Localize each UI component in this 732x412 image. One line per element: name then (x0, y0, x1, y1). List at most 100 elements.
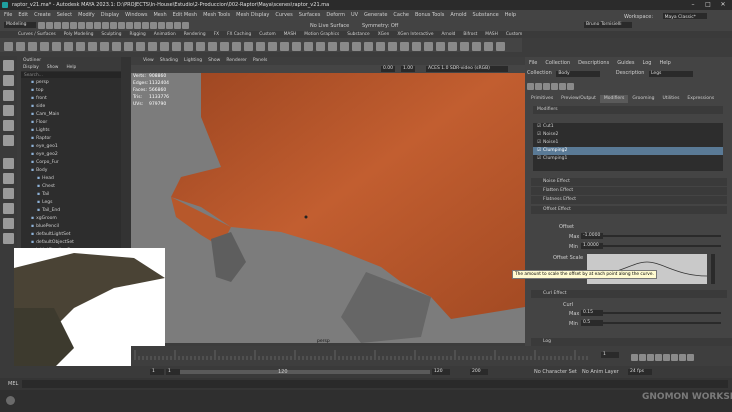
description-dropdown[interactable]: Legs (649, 71, 693, 77)
shelf-tool-icon[interactable] (436, 42, 445, 51)
ipr-render-icon[interactable] (158, 22, 165, 29)
outliner-item[interactable]: ▪ top (21, 87, 121, 95)
menu-item-edit-mesh[interactable]: Edit Mesh (173, 10, 197, 20)
offset-effect-header[interactable]: Offset Effect (531, 206, 727, 214)
guides-icon[interactable] (567, 83, 574, 90)
shelf-tool-icon[interactable] (100, 42, 109, 51)
snap-view-icon[interactable] (126, 22, 133, 29)
lasso-tool-icon[interactable] (3, 75, 14, 86)
step-forward-icon[interactable] (679, 354, 686, 361)
move-tool-icon[interactable] (3, 105, 14, 116)
collapsed-section-header[interactable]: Flatness Effect (531, 196, 727, 204)
outliner-item[interactable]: ▪ Head (21, 175, 121, 183)
menu-item-windows[interactable]: Windows (125, 10, 147, 20)
outliner-item[interactable]: ▪ eye_geo2 (21, 151, 121, 159)
shelf-tool-icon[interactable] (16, 42, 25, 51)
outliner-menu-show[interactable]: Show (47, 65, 59, 70)
menu-item-cache[interactable]: Cache (393, 10, 409, 20)
shelf-tool-icon[interactable] (388, 42, 397, 51)
offset-min-field[interactable]: 1.0000 (581, 243, 603, 249)
end-frame-field[interactable]: 200 (470, 369, 488, 375)
modifier-item[interactable]: ☑ Clumping1 (533, 155, 723, 163)
clear-preview-icon[interactable] (551, 83, 558, 90)
viewport-panel[interactable]: persp View Shading Lighting Show Renderer Pan… (131, 57, 525, 343)
workspace-value[interactable]: Maya Classic* (662, 13, 707, 20)
outliner-item[interactable]: ▪ Tail_End (21, 207, 121, 215)
xgen-tab-utilities[interactable]: Utilities (658, 95, 683, 103)
collapsed-section-header[interactable]: Noise Effect (531, 178, 727, 186)
modifier-checkbox[interactable]: ☑ (537, 156, 541, 161)
outliner-item[interactable]: ▪ Raptor (21, 135, 121, 143)
shelf-tab-mash[interactable]: MASH (284, 31, 297, 38)
curl-min-field[interactable]: 0.5 (581, 320, 603, 326)
maximize-button[interactable]: □ (701, 1, 715, 9)
shelf-tool-icon[interactable] (232, 42, 241, 51)
xgen-tab-modifiers[interactable]: Modifiers (599, 95, 629, 103)
shelf-tool-icon[interactable] (316, 42, 325, 51)
shelf-tool-icon[interactable] (124, 42, 133, 51)
shelf-tab-substance[interactable]: Substance (347, 31, 369, 38)
new-scene-icon[interactable] (38, 22, 45, 29)
play-back-icon[interactable] (655, 354, 662, 361)
shelf-tool-icon[interactable] (424, 42, 433, 51)
menu-item-display[interactable]: Display (101, 10, 119, 20)
snap-curve-icon[interactable] (110, 22, 117, 29)
minimize-button[interactable]: – (686, 1, 700, 9)
outliner-item[interactable]: ▪ eye_geo1 (21, 143, 121, 151)
layout-outliner-icon[interactable] (3, 203, 14, 214)
shelf-tool-icon[interactable] (400, 42, 409, 51)
modifier-checkbox[interactable]: ☑ (537, 140, 541, 145)
layout-four-icon[interactable] (3, 173, 14, 184)
shelf-tab-custom[interactable]: Custom (259, 31, 275, 38)
symmetry-label[interactable]: Symmetry: Off (362, 23, 398, 29)
create-description-icon[interactable] (527, 83, 534, 90)
menu-set-dropdown[interactable]: Modeling (4, 22, 36, 28)
character-set-dropdown[interactable]: No Character Set (534, 369, 577, 375)
save-scene-icon[interactable] (54, 22, 61, 29)
layout-graph-icon[interactable] (3, 218, 14, 229)
shelf-tool-icon[interactable] (184, 42, 193, 51)
shelf-tool-icon[interactable] (148, 42, 157, 51)
shelf-tool-icon[interactable] (256, 42, 265, 51)
shelf-tool-icon[interactable] (136, 42, 145, 51)
modifier-item[interactable]: ☑ Noise1 (533, 139, 723, 147)
shelf-tool-icon[interactable] (304, 42, 313, 51)
shelf-tool-icon[interactable] (460, 42, 469, 51)
shelf-tool-icon[interactable] (28, 42, 37, 51)
shelf-tool-icon[interactable] (208, 42, 217, 51)
command-input[interactable] (22, 380, 728, 388)
menu-item-mesh-tools[interactable]: Mesh Tools (203, 10, 230, 20)
shelf-tab-sculpting[interactable]: Sculpting (101, 31, 121, 38)
outliner-search[interactable]: Search... (21, 72, 121, 78)
menu-item-help[interactable]: Help (505, 10, 516, 20)
shelf-tab-arnold[interactable]: Arnold (441, 31, 455, 38)
layout-side-icon[interactable] (3, 188, 14, 199)
rotate-tool-icon[interactable] (3, 120, 14, 131)
inner-end-field[interactable]: 120 (432, 369, 450, 375)
shelf-tab-poly-modeling[interactable]: Poly Modeling (64, 31, 94, 38)
live-surface-label[interactable]: No Live Surface (310, 23, 349, 29)
menu-item-file[interactable]: File (4, 10, 12, 20)
layout-single-icon[interactable] (3, 158, 14, 169)
xgen-tab-primitives[interactable]: Primitives (527, 95, 557, 103)
outliner-item[interactable]: ▪ Cam_Main (21, 111, 121, 119)
xgen-menu-guides[interactable]: Guides (617, 60, 634, 66)
outliner-item[interactable]: ▪ defaultLightSet (21, 231, 121, 239)
shelf-tool-icon[interactable] (40, 42, 49, 51)
shelf-tool-icon[interactable] (172, 42, 181, 51)
shelf-tool-icon[interactable] (52, 42, 61, 51)
viewport-menu-renderer[interactable]: Renderer (226, 57, 247, 65)
shelf-tool-icon[interactable] (472, 42, 481, 51)
undo-icon[interactable] (62, 22, 69, 29)
viewport-menu-view[interactable]: View (143, 57, 154, 65)
shelf-tool-icon[interactable] (4, 42, 13, 51)
menu-item-edit[interactable]: Edit (18, 10, 28, 20)
start-frame-field[interactable]: 1 (150, 369, 164, 375)
modifier-item[interactable]: ☑ Clumping2 (533, 147, 723, 155)
shelf-tab-xgen-interactive[interactable]: XGen Interactive (397, 31, 433, 38)
menu-item-substance[interactable]: Substance (473, 10, 499, 20)
collection-dropdown[interactable]: Body (556, 71, 601, 77)
menu-item-curves[interactable]: Curves (275, 10, 292, 20)
curl-effect-header[interactable]: Curl Effect (531, 290, 727, 298)
fps-dropdown[interactable]: 24 fps (628, 369, 652, 375)
